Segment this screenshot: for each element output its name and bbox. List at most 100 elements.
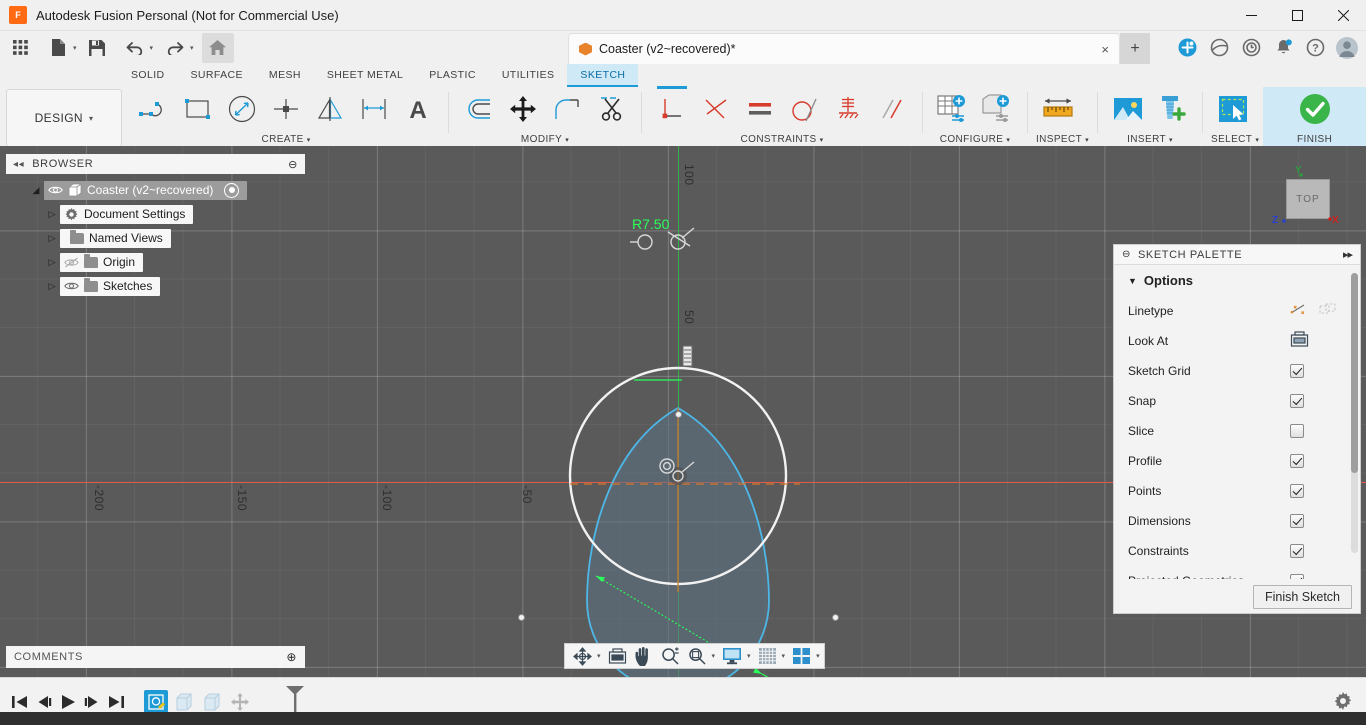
minimize-button[interactable] [1228, 0, 1274, 31]
tab-mesh[interactable]: MESH [256, 64, 314, 87]
measure-icon[interactable] [1036, 88, 1080, 130]
mirror-tool-icon[interactable] [308, 88, 352, 130]
sketch-palette-expand-icon[interactable]: ▸▸ [1343, 248, 1353, 261]
sketch-palette-collapse-icon[interactable]: ⊖ [1122, 249, 1131, 260]
comments-panel[interactable]: COMMENTS ⊕ [6, 646, 305, 668]
panel-finish-sketch[interactable]: FINISH SKETCH▾ [1263, 87, 1366, 159]
line-tool-icon[interactable] [132, 88, 176, 130]
orbit-caret-icon[interactable]: ▾ [597, 652, 601, 660]
notifications-bell-icon[interactable] [1272, 37, 1294, 59]
sketch-grid-checkbox[interactable] [1290, 364, 1304, 378]
linetype-normal-icon[interactable] [1290, 302, 1307, 320]
home-icon[interactable] [201, 32, 234, 63]
browser-header[interactable]: ◂◂ BROWSER ⊖ [6, 154, 305, 174]
tab-plastic[interactable]: PLASTIC [416, 64, 489, 87]
save-icon[interactable] [83, 34, 111, 62]
add-comment-icon[interactable]: ⊕ [286, 650, 297, 664]
browser-minimize-icon[interactable]: ⊖ [288, 158, 298, 171]
browser-twisty-document-settings[interactable]: ▷ [44, 209, 60, 220]
navigation-toolbar[interactable]: ▾ ▾ ▾ ▾ ▾ [564, 643, 825, 669]
rectangle-tool-icon[interactable] [176, 88, 220, 130]
browser-pill-document-settings[interactable]: Document Settings [60, 204, 194, 224]
move-tool-icon[interactable] [501, 88, 545, 130]
browser-pill-origin[interactable]: Origin [60, 252, 144, 272]
help-question-icon[interactable]: ? [1304, 37, 1326, 59]
select-window-icon[interactable] [1211, 88, 1255, 130]
grid-snaps-caret-icon[interactable]: ▾ [782, 652, 786, 660]
grid-snaps-icon[interactable] [754, 645, 781, 667]
fit-icon[interactable] [684, 645, 711, 667]
tangent-constraint-icon[interactable] [782, 88, 826, 130]
browser-twisty-coaster[interactable]: ◢ [28, 185, 44, 196]
play-button[interactable] [56, 690, 80, 714]
browser-pill-named-views[interactable]: Named Views [60, 228, 171, 248]
help-community-icon[interactable] [1208, 37, 1230, 59]
constraints-checkbox[interactable] [1290, 544, 1304, 558]
tab-surface[interactable]: SURFACE [178, 64, 256, 87]
visibility-eye-icon-sketches[interactable] [63, 279, 79, 293]
step-back-button[interactable] [32, 690, 56, 714]
fix-constraint-icon[interactable] [826, 88, 870, 130]
parallel-constraint-icon[interactable] [738, 88, 782, 130]
options-twisty-icon[interactable]: ▼ [1128, 276, 1137, 286]
linetype-construction-icon[interactable] [1319, 302, 1336, 320]
fillet-tool-icon[interactable] [545, 88, 589, 130]
sketch-point-left[interactable] [518, 614, 525, 621]
timeline-settings-gear-icon[interactable] [1332, 690, 1354, 712]
browser-twisty-named-views[interactable]: ▷ [44, 233, 60, 244]
circle-tool-icon[interactable] [220, 88, 264, 130]
browser-activate-radio-coaster[interactable] [224, 182, 240, 198]
slice-checkbox[interactable] [1290, 424, 1304, 438]
display-settings-caret-icon[interactable]: ▾ [747, 652, 751, 660]
workspace-switcher-button[interactable]: DESIGN ▾ [6, 89, 123, 147]
sketch-palette-header[interactable]: ⊖ SKETCH PALETTE ▸▸ [1114, 245, 1360, 265]
document-tab[interactable]: Coaster (v2~recovered)* × [568, 33, 1120, 64]
browser-item-document-settings[interactable]: ▷ Document Settings [6, 202, 305, 226]
redo-caret-icon[interactable]: ▾ [190, 44, 194, 52]
close-window-button[interactable] [1320, 0, 1366, 31]
finish-sketch-button[interactable]: Finish Sketch [1252, 584, 1352, 609]
step-forward-button[interactable] [80, 690, 104, 714]
extension-add-icon[interactable] [1176, 37, 1198, 59]
profile-checkbox[interactable] [1290, 454, 1304, 468]
look-at-icon[interactable] [1290, 331, 1309, 351]
undo-caret-icon[interactable]: ▾ [150, 44, 154, 52]
new-file-caret-icon[interactable]: ▾ [73, 44, 77, 52]
points-checkbox[interactable] [1290, 484, 1304, 498]
viewports-icon[interactable] [788, 645, 815, 667]
app-grid-icon[interactable] [6, 34, 34, 62]
perpendicular-constraint-icon[interactable] [650, 86, 694, 130]
orbit-icon[interactable] [569, 645, 596, 667]
point-tool-icon[interactable] [264, 88, 308, 130]
offset-tool-icon[interactable] [457, 88, 501, 130]
new-file-icon[interactable] [44, 34, 72, 62]
coincident-constraint-icon[interactable] [694, 88, 738, 130]
display-settings-icon[interactable] [718, 645, 746, 667]
go-to-beginning-button[interactable] [8, 690, 32, 714]
trim-tool-icon[interactable] [589, 88, 633, 130]
sketch-point-right[interactable] [832, 614, 839, 621]
user-avatar-icon[interactable] [1336, 36, 1358, 59]
tab-sheet-metal[interactable]: SHEET METAL [314, 64, 416, 87]
undo-icon[interactable] [121, 34, 149, 62]
timeline-extrude-feature[interactable] [172, 690, 196, 714]
browser-item-sketches[interactable]: ▷ Sketches [6, 274, 305, 298]
viewports-caret-icon[interactable]: ▾ [816, 652, 820, 660]
zoom-icon[interactable] [657, 645, 684, 667]
pan-icon[interactable] [631, 645, 657, 667]
browser-pill-coaster[interactable]: Coaster (v2~recovered) [44, 180, 248, 200]
browser-pill-sketches[interactable]: Sketches [60, 276, 161, 296]
equal-constraint-icon[interactable] [870, 88, 914, 130]
configure-part-icon[interactable] [975, 88, 1019, 130]
dimensions-checkbox[interactable] [1290, 514, 1304, 528]
view-cube[interactable]: TOP Y X Z [1264, 165, 1342, 243]
redo-icon[interactable] [161, 34, 189, 62]
browser-twisty-origin[interactable]: ▷ [44, 257, 60, 268]
close-document-tab-icon[interactable]: × [1101, 42, 1109, 57]
visibility-eye-hidden-icon-origin[interactable] [63, 255, 79, 269]
browser-item-origin[interactable]: ▷ Origin [6, 250, 305, 274]
text-tool-icon[interactable]: A [396, 88, 440, 130]
insert-mcmaster-part-icon[interactable] [1150, 88, 1194, 130]
timeline-extrude-feature-2[interactable] [200, 690, 224, 714]
dimension-tool-icon[interactable] [352, 88, 396, 130]
